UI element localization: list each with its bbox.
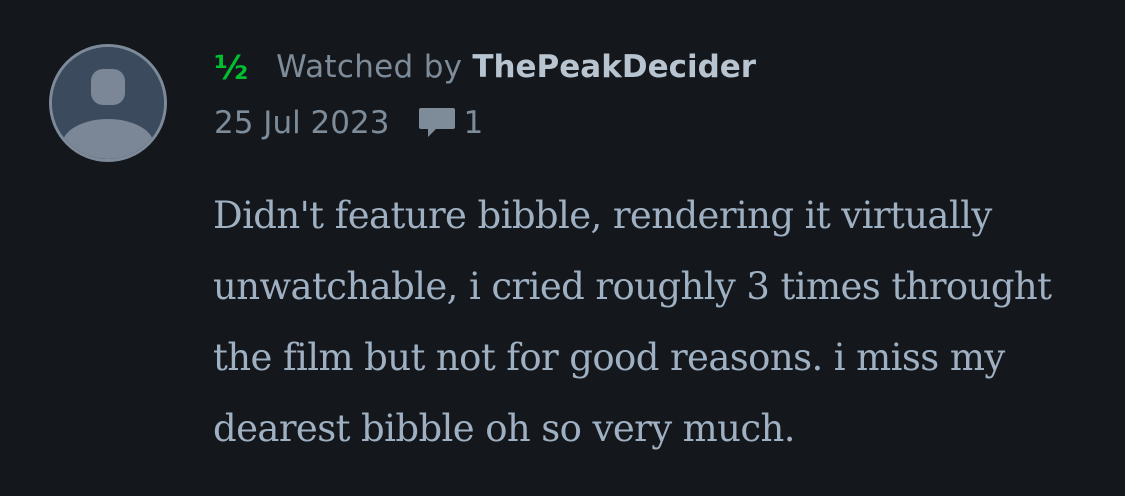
- user-avatar-icon: [52, 47, 164, 159]
- review-header: ½ Watched by ThePeakDecider: [214, 44, 756, 90]
- username-link[interactable]: ThePeakDecider: [472, 49, 756, 85]
- watched-by-label: Watched by: [276, 49, 463, 85]
- comment-count[interactable]: 1: [463, 105, 483, 141]
- review-card: ½ Watched by ThePeakDecider 25 Jul 2023 …: [0, 0, 1125, 496]
- review-date[interactable]: 25 Jul 2023: [214, 105, 389, 141]
- comment-icon[interactable]: [417, 105, 457, 141]
- review-body: Didn't feature bibble, rendering it virt…: [213, 194, 1052, 450]
- review-subheader: 25 Jul 2023 1: [214, 98, 756, 148]
- star-rating: ½: [214, 47, 249, 87]
- review-meta: ½ Watched by ThePeakDecider 25 Jul 2023 …: [214, 44, 756, 148]
- avatar[interactable]: [49, 44, 167, 162]
